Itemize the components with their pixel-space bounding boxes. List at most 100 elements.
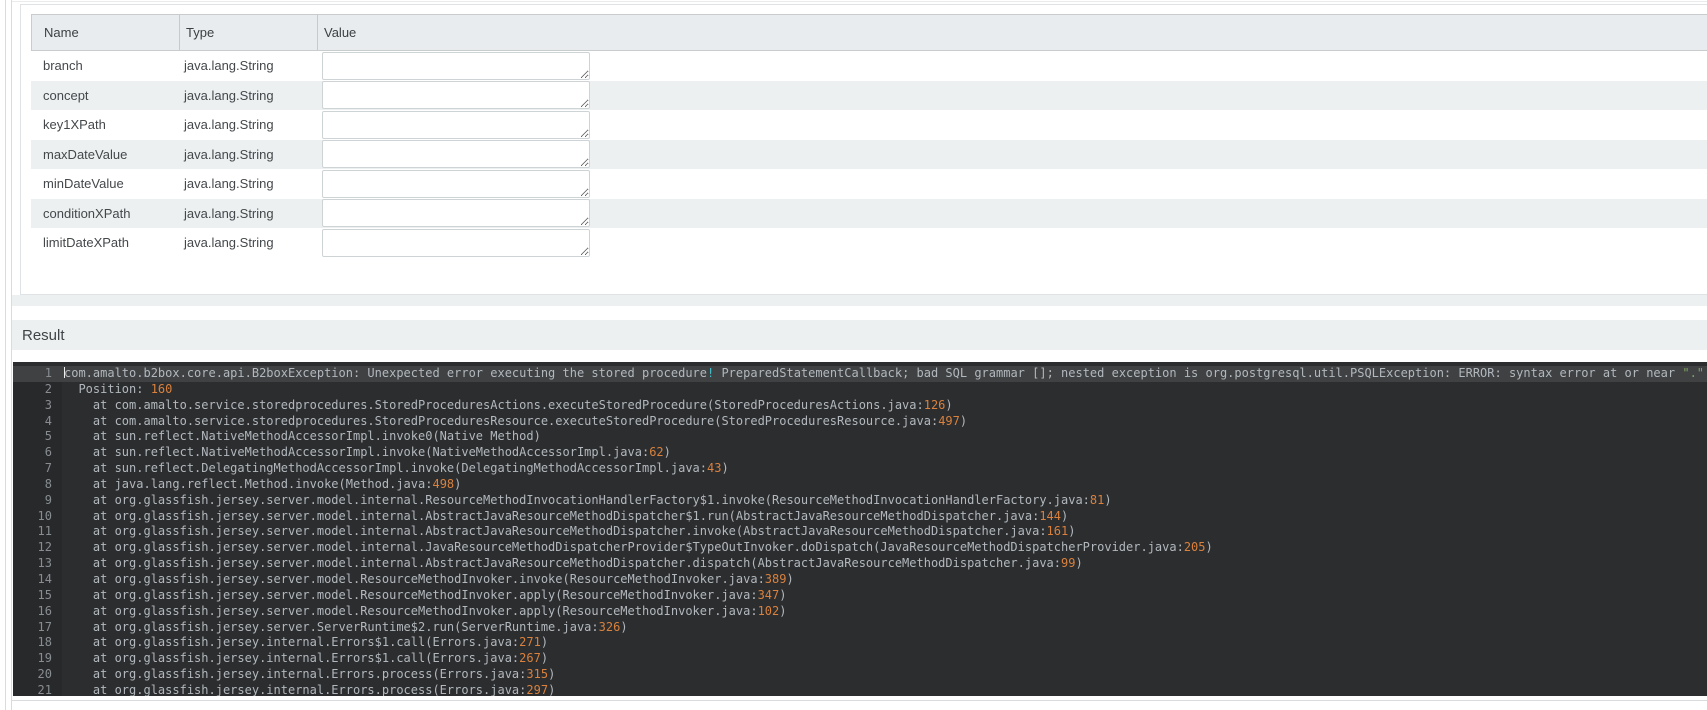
- result-section-header: Result: [12, 320, 1707, 350]
- line-number: 19: [13, 651, 62, 667]
- param-name: conditionXPath: [31, 199, 178, 229]
- line-number: 11: [13, 524, 62, 540]
- line-number: 15: [13, 588, 62, 604]
- line-number: 14: [13, 572, 62, 588]
- console-line-text: at org.glassfish.jersey.internal.Errors.…: [62, 667, 1707, 683]
- console-line: 11 at org.glassfish.jersey.server.model.…: [13, 524, 1707, 540]
- console-line: 6 at sun.reflect.NativeMethodAccessorImp…: [13, 445, 1707, 461]
- param-name: maxDateValue: [31, 140, 178, 170]
- param-value-input[interactable]: [322, 170, 590, 198]
- console-line: 5 at sun.reflect.NativeMethodAccessorImp…: [13, 429, 1707, 445]
- console-line: 1com.amalto.b2box.core.api.B2boxExceptio…: [13, 366, 1707, 382]
- console-line-text: com.amalto.b2box.core.api.B2boxException…: [62, 366, 1707, 382]
- console-line-text: Position: 160: [62, 382, 1707, 398]
- console-line-text: at org.glassfish.jersey.server.model.int…: [62, 540, 1707, 556]
- param-value-input[interactable]: [322, 140, 590, 168]
- parameters-table-body: branch java.lang.String concept java.lan…: [31, 51, 1707, 258]
- line-number: 17: [13, 620, 62, 636]
- table-row: branch java.lang.String: [31, 51, 1707, 81]
- param-value-input[interactable]: [322, 81, 590, 109]
- line-number: 20: [13, 667, 62, 683]
- panel-splitter-line: [5, 0, 6, 710]
- console-line-text: at org.glassfish.jersey.internal.Errors.…: [62, 683, 1707, 696]
- param-value-cell: [316, 51, 1707, 81]
- console-line: 10 at org.glassfish.jersey.server.model.…: [13, 509, 1707, 525]
- line-number: 18: [13, 635, 62, 651]
- param-value-input[interactable]: [322, 111, 590, 139]
- table-row: maxDateValue java.lang.String: [31, 140, 1707, 170]
- line-number: 8: [13, 477, 62, 493]
- line-number: 2: [13, 382, 62, 398]
- param-name: minDateValue: [31, 169, 178, 199]
- param-name: limitDateXPath: [31, 228, 178, 258]
- console-line-text: at sun.reflect.NativeMethodAccessorImpl.…: [62, 429, 1707, 445]
- param-type: java.lang.String: [178, 199, 316, 229]
- console-line-text: at org.glassfish.jersey.server.model.Res…: [62, 604, 1707, 620]
- console-line: 16 at org.glassfish.jersey.server.model.…: [13, 604, 1707, 620]
- console-line: 14 at org.glassfish.jersey.server.model.…: [13, 572, 1707, 588]
- result-console-editor[interactable]: 1com.amalto.b2box.core.api.B2boxExceptio…: [13, 362, 1707, 696]
- line-number: 12: [13, 540, 62, 556]
- console-line: 2 Position: 160: [13, 382, 1707, 398]
- param-type: java.lang.String: [178, 228, 316, 258]
- section-divider: [12, 295, 1707, 306]
- param-value-cell: [316, 140, 1707, 170]
- console-line: 18 at org.glassfish.jersey.internal.Erro…: [13, 635, 1707, 651]
- line-number: 4: [13, 414, 62, 430]
- line-number: 16: [13, 604, 62, 620]
- content-top-border: [12, 1, 1707, 2]
- param-type: java.lang.String: [178, 110, 316, 140]
- column-header-value: Value: [317, 15, 1707, 50]
- console-line: 8 at java.lang.reflect.Method.invoke(Met…: [13, 477, 1707, 493]
- console-line: 13 at org.glassfish.jersey.server.model.…: [13, 556, 1707, 572]
- table-row: key1XPath java.lang.String: [31, 110, 1707, 140]
- content-left-border: [11, 0, 12, 710]
- param-value-cell: [316, 110, 1707, 140]
- console-line-text: at sun.reflect.DelegatingMethodAccessorI…: [62, 461, 1707, 477]
- param-name: concept: [31, 81, 178, 111]
- param-value-cell: [316, 81, 1707, 111]
- line-number: 9: [13, 493, 62, 509]
- console-line-text: at org.glassfish.jersey.server.model.int…: [62, 524, 1707, 540]
- console-line-text: at com.amalto.service.storedprocedures.S…: [62, 414, 1707, 430]
- console-line-text: at org.glassfish.jersey.server.ServerRun…: [62, 620, 1707, 636]
- line-number: 10: [13, 509, 62, 525]
- line-number: 1: [13, 366, 62, 382]
- table-row: minDateValue java.lang.String: [31, 169, 1707, 199]
- console-lines: 1com.amalto.b2box.core.api.B2boxExceptio…: [13, 366, 1707, 696]
- console-line: 19 at org.glassfish.jersey.internal.Erro…: [13, 651, 1707, 667]
- param-value-cell: [316, 169, 1707, 199]
- console-line-text: at org.glassfish.jersey.server.model.Res…: [62, 588, 1707, 604]
- console-line: 3 at com.amalto.service.storedprocedures…: [13, 398, 1707, 414]
- console-line-text: at java.lang.reflect.Method.invoke(Metho…: [62, 477, 1707, 493]
- param-type: java.lang.String: [178, 51, 316, 81]
- console-line: 21 at org.glassfish.jersey.internal.Erro…: [13, 683, 1707, 696]
- line-number: 13: [13, 556, 62, 572]
- console-line-text: at org.glassfish.jersey.server.model.Res…: [62, 572, 1707, 588]
- content-bottom-border: [11, 700, 1707, 701]
- column-header-name: Name: [32, 15, 179, 50]
- param-value-input[interactable]: [322, 52, 590, 80]
- param-type: java.lang.String: [178, 169, 316, 199]
- console-line: 20 at org.glassfish.jersey.internal.Erro…: [13, 667, 1707, 683]
- console-line: 7 at sun.reflect.DelegatingMethodAccesso…: [13, 461, 1707, 477]
- console-line: 4 at com.amalto.service.storedprocedures…: [13, 414, 1707, 430]
- line-number: 21: [13, 683, 62, 696]
- console-line-text: at sun.reflect.NativeMethodAccessorImpl.…: [62, 445, 1707, 461]
- table-row: concept java.lang.String: [31, 81, 1707, 111]
- column-header-type: Type: [179, 15, 317, 50]
- console-line: 9 at org.glassfish.jersey.server.model.i…: [13, 493, 1707, 509]
- line-number: 7: [13, 461, 62, 477]
- line-number: 6: [13, 445, 62, 461]
- console-line: 12 at org.glassfish.jersey.server.model.…: [13, 540, 1707, 556]
- parameters-table-header: Name Type Value: [31, 14, 1707, 51]
- parameters-card: Name Type Value branch java.lang.String …: [20, 4, 1707, 295]
- param-name: branch: [31, 51, 178, 81]
- param-value-cell: [316, 199, 1707, 229]
- param-value-input[interactable]: [322, 229, 590, 257]
- param-value-input[interactable]: [322, 199, 590, 227]
- result-title: Result: [22, 327, 65, 344]
- line-number: 3: [13, 398, 62, 414]
- parameters-table: Name Type Value branch java.lang.String …: [31, 14, 1707, 258]
- console-line-text: at org.glassfish.jersey.internal.Errors$…: [62, 651, 1707, 667]
